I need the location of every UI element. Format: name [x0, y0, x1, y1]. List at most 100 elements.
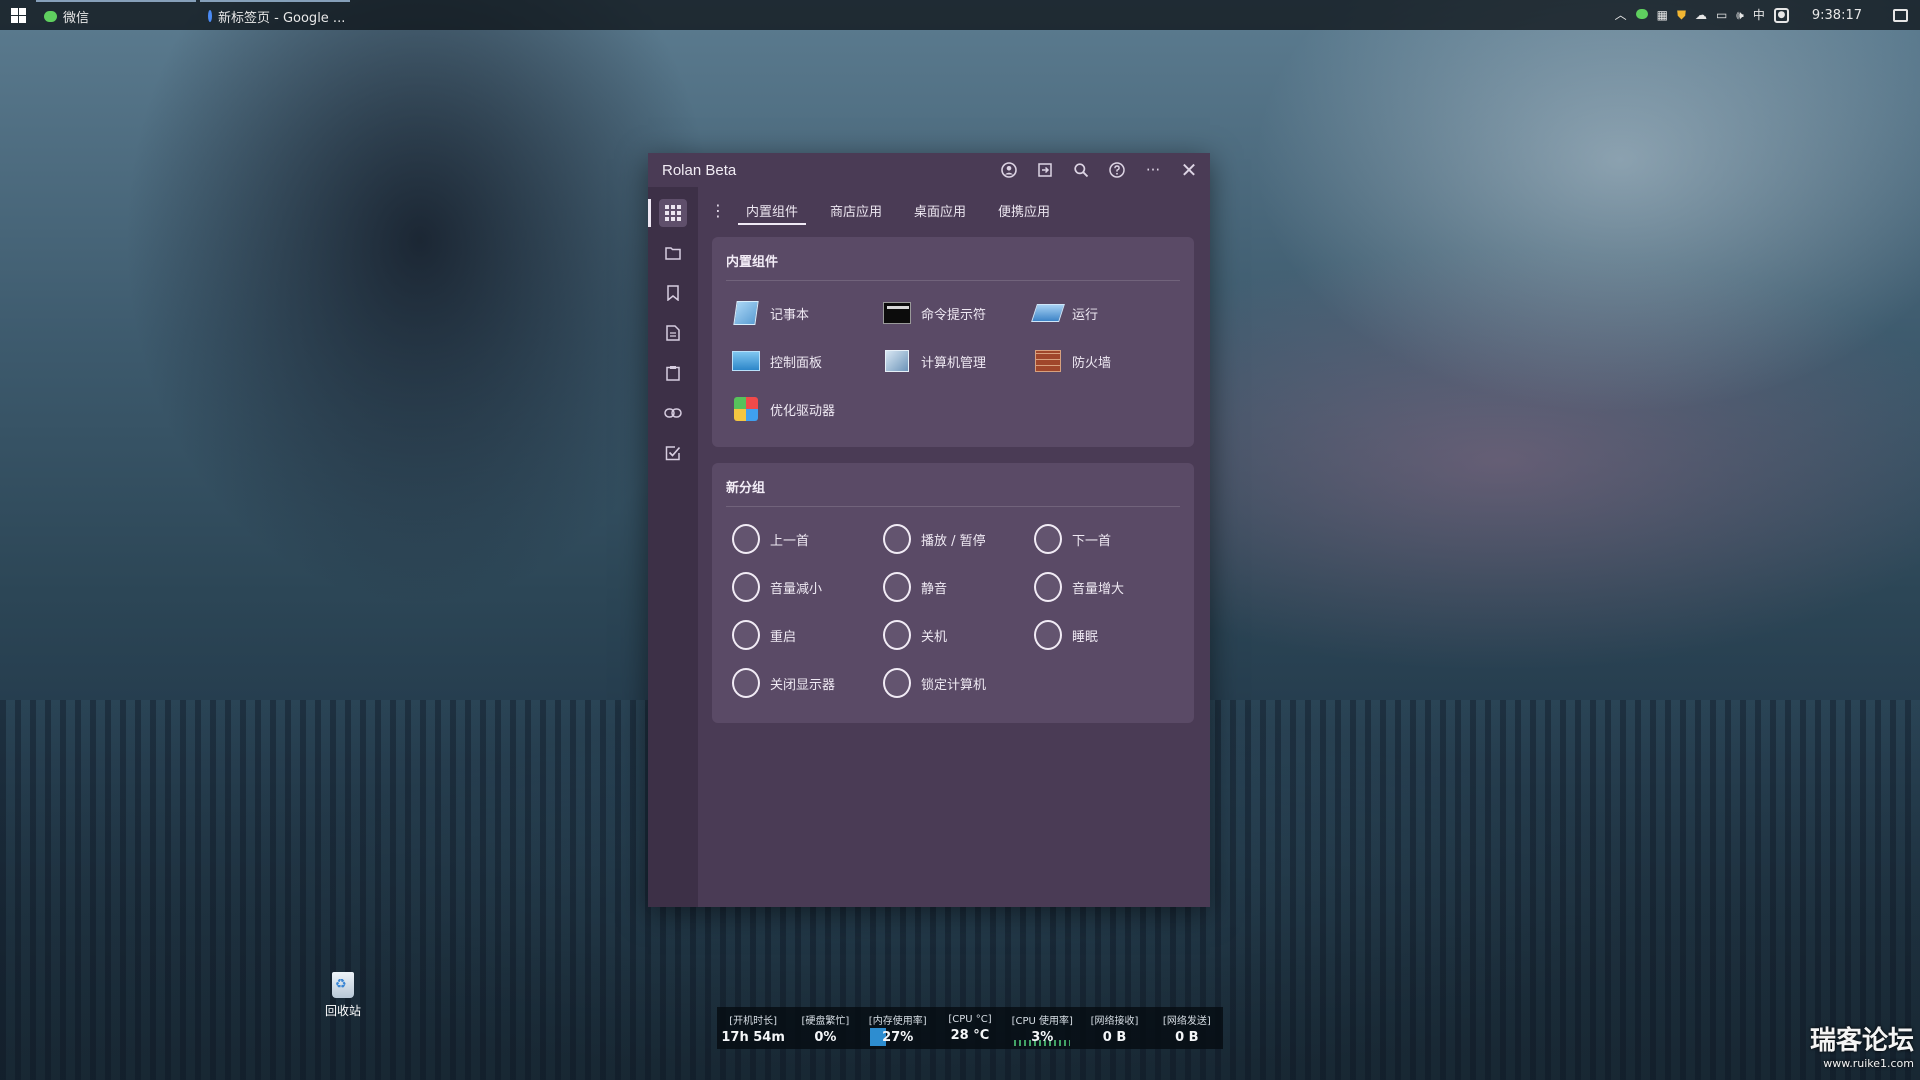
taskbar: 微信 新标签页 - Google ... ︿ ▦ ⛊ ☁ ▭ 🕪 中 ● 9:3… [0, 0, 1920, 30]
item-label: 控制面板 [770, 355, 823, 371]
wechat-tray-icon[interactable] [1635, 0, 1648, 30]
clock[interactable]: 9:38:17 [1812, 8, 1862, 23]
notification-icon[interactable] [1893, 8, 1908, 22]
link-icon [664, 408, 682, 418]
tab-desktop-apps[interactable]: 桌面应用 [906, 195, 974, 225]
watermark: 瑞客论坛 www.ruike1.com [1810, 1020, 1914, 1070]
bookmark-icon [667, 285, 679, 301]
item-label: 静音 [921, 581, 948, 597]
launch-item-run[interactable]: 运行 [1031, 289, 1185, 337]
group-title: 新分组 [726, 481, 766, 496]
taskbar-item-chrome[interactable]: 新标签页 - Google ... [200, 0, 350, 30]
rolan-window: Rolan Beta ··· ✕ ⋮ 内置组件 商店应用 桌面应用 便携应用 内… [648, 153, 1210, 907]
volume-icon[interactable]: 🕪 [1736, 0, 1744, 30]
network-icon[interactable]: ▭ [1716, 0, 1727, 30]
monitor-value: 28 °C [950, 1027, 990, 1043]
launch-item-computer-management[interactable]: 计算机管理 [883, 337, 1034, 385]
launch-item-next-track[interactable]: 下一首 [1034, 515, 1185, 563]
item-label: 防火墙 [1072, 355, 1112, 371]
app-tray-icon[interactable]: ● [1773, 7, 1789, 23]
item-label: 下一首 [1072, 533, 1112, 549]
launch-item-shutdown[interactable]: 关机 [883, 611, 1034, 659]
item-label: 睡眠 [1072, 629, 1099, 645]
chevron-up-icon[interactable]: ︿ [1615, 0, 1627, 30]
document-icon [666, 325, 680, 341]
help-icon[interactable] [1106, 159, 1128, 181]
item-label: 锁定计算机 [921, 677, 987, 693]
grid-tray-icon[interactable]: ▦ [1657, 0, 1668, 30]
monitor-label: [CPU °C] [948, 1013, 992, 1025]
close-icon[interactable]: ✕ [1178, 158, 1200, 182]
tab-bar: ⋮ 内置组件 商店应用 桌面应用 便携应用 [710, 195, 1074, 225]
circle-icon [883, 668, 911, 698]
shield-icon[interactable]: ⛊ [1677, 0, 1686, 30]
item-label: 记事本 [770, 307, 810, 323]
tab-portable-apps[interactable]: 便携应用 [990, 195, 1058, 225]
control-panel-icon [732, 347, 760, 375]
sidebar-item-bookmarks[interactable] [648, 273, 698, 313]
user-icon[interactable] [998, 159, 1020, 181]
search-icon[interactable] [1070, 159, 1092, 181]
launch-item-cmd[interactable]: 命令提示符 [883, 289, 1034, 337]
sidebar-item-notes[interactable] [648, 313, 698, 353]
launch-item-volume-up[interactable]: 音量增大 [1034, 563, 1185, 611]
item-label: 音量减小 [770, 581, 823, 597]
sidebar-item-clipboard[interactable] [648, 353, 698, 393]
monitor-net-out: [网络发送] 0 B [1151, 1007, 1223, 1049]
item-label: 关机 [921, 629, 948, 645]
taskbar-item-wechat[interactable]: 微信 [36, 0, 196, 30]
monitor-value: 3% [1031, 1029, 1054, 1045]
launch-item-optimize-drives[interactable]: 优化驱动器 [732, 385, 883, 433]
wechat-icon [44, 10, 57, 22]
desktop-icon-recycle-bin[interactable]: 回收站 [318, 972, 368, 1019]
item-label: 运行 [1072, 307, 1099, 323]
launch-item-previous-track[interactable]: 上一首 [732, 515, 883, 563]
monitor-memory: [内存使用率] 27% [862, 1007, 934, 1049]
circle-icon [732, 572, 760, 602]
sidebar-item-links[interactable] [648, 393, 698, 433]
launch-item-mute[interactable]: 静音 [883, 563, 1034, 611]
start-button[interactable] [0, 0, 36, 30]
launch-item-lock[interactable]: 锁定计算机 [883, 659, 1034, 707]
launch-item-play-pause[interactable]: 播放 / 暂停 [883, 515, 1034, 563]
monitor-label: [CPU 使用率] [1011, 1015, 1073, 1027]
group-title: 内置组件 [726, 255, 779, 270]
checkbox-icon [665, 446, 681, 461]
tab-builtin[interactable]: 内置组件 [738, 195, 807, 225]
monitor-label: [网络接收] [1090, 1015, 1139, 1027]
circle-icon [732, 620, 760, 650]
circle-icon [883, 620, 911, 650]
item-label: 播放 / 暂停 [921, 533, 986, 549]
launch-item-control-panel[interactable]: 控制面板 [732, 337, 883, 385]
kebab-menu-icon[interactable]: ⋮ [710, 201, 726, 220]
sidebar-item-apps[interactable] [648, 193, 698, 233]
ime-indicator[interactable]: 中 [1753, 0, 1765, 30]
monitor-cpu: [CPU 使用率] 3% [1006, 1007, 1078, 1049]
clipboard-icon [666, 366, 680, 381]
sidebar-item-folders[interactable] [648, 233, 698, 273]
cloud-icon[interactable]: ☁ [1695, 0, 1707, 30]
computer-management-icon [883, 347, 911, 375]
tab-store-apps[interactable]: 商店应用 [822, 195, 890, 225]
exit-icon[interactable] [1034, 159, 1056, 181]
system-monitor: [开机时长] 17h 54m [硬盘繁忙] 0% [内存使用率] 27% [CP… [717, 1007, 1223, 1049]
launch-item-notepad[interactable]: 记事本 [732, 289, 883, 337]
more-icon[interactable]: ··· [1142, 159, 1164, 181]
launch-item-restart[interactable]: 重启 [732, 611, 883, 659]
divider [726, 280, 1180, 281]
sidebar-item-tasks[interactable] [648, 433, 698, 473]
divider [726, 506, 1180, 507]
circle-icon [732, 668, 760, 698]
optimize-drives-icon [732, 395, 760, 423]
group-new: 新分组 上一首 播放 / 暂停 下一首 音量减小 静音 音量增大 重启 关机 睡… [712, 463, 1194, 723]
monitor-label: [硬盘繁忙] [801, 1015, 850, 1027]
system-tray: ︿ ▦ ⛊ ☁ ▭ 🕪 中 ● 9:38:17 [1615, 0, 1920, 30]
monitor-value: 0 B [1175, 1029, 1199, 1045]
launch-item-volume-down[interactable]: 音量减小 [732, 563, 883, 611]
launch-item-sleep[interactable]: 睡眠 [1034, 611, 1185, 659]
monitor-label: [网络发送] [1162, 1015, 1211, 1027]
launch-item-firewall[interactable]: 防火墙 [1034, 337, 1185, 385]
window-titlebar[interactable]: Rolan Beta ··· ✕ [648, 153, 1210, 187]
launch-item-display-off[interactable]: 关闭显示器 [732, 659, 883, 707]
circle-icon [732, 524, 760, 554]
